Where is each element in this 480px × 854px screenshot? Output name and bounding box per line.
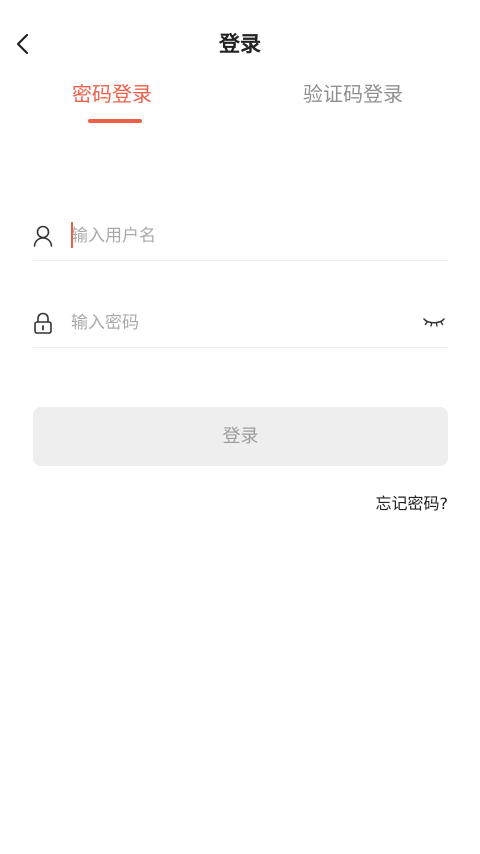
eye-closed-icon[interactable]: [422, 313, 446, 331]
forgot-password-link[interactable]: 忘记密码?: [376, 493, 449, 515]
user-icon: [33, 225, 53, 247]
password-field: [33, 303, 448, 348]
password-input[interactable]: [71, 309, 401, 337]
tab-password-login[interactable]: 密码登录: [72, 78, 152, 110]
page-title: 登录: [219, 32, 261, 56]
active-tab-indicator: [88, 119, 142, 123]
username-input[interactable]: [71, 222, 401, 250]
header: 登录: [0, 0, 480, 88]
tab-code-login[interactable]: 验证码登录: [303, 78, 403, 110]
text-caret: [71, 222, 73, 248]
login-tabs: 密码登录 验证码登录: [0, 78, 480, 128]
login-button[interactable]: 登录: [33, 407, 448, 466]
lock-icon: [34, 312, 52, 334]
username-field: [33, 216, 448, 261]
